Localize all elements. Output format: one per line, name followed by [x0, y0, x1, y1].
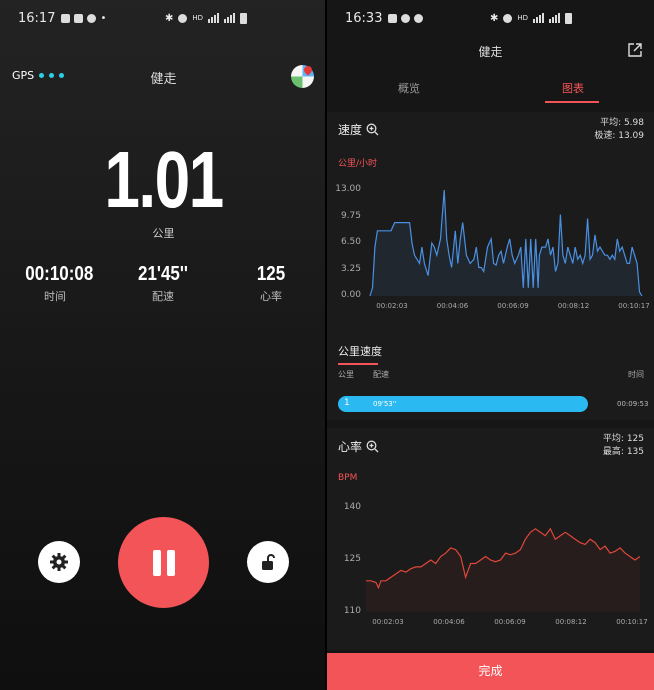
x-tick-label: 00:06:09	[494, 618, 526, 626]
hr-unit: BPM	[338, 473, 358, 483]
series-area	[366, 528, 640, 612]
km-time: 00:09:53	[617, 400, 649, 408]
pace-col-header: 配速	[373, 370, 389, 379]
signal-icon-2	[549, 13, 561, 23]
x-tick-label: 00:04:06	[433, 618, 465, 626]
done-button[interactable]: 完成	[327, 653, 654, 690]
stat-label: 配速	[152, 290, 174, 303]
gear-icon	[50, 553, 68, 571]
y-tick-label: 0.00	[340, 290, 361, 300]
distance-value: 1.01	[104, 135, 224, 224]
status-time: 16:17	[18, 10, 56, 26]
hr-title: 心率	[338, 438, 379, 455]
unlock-icon	[262, 554, 275, 570]
status-bar: 16:33 ✱ HD	[327, 0, 654, 36]
active-tab-indicator	[545, 101, 599, 103]
system-icons: ✱ HD	[165, 12, 248, 24]
speed-stats: 平均: 5.98 极速: 13.09	[594, 117, 644, 143]
hr-stats: 平均: 125 最高: 135	[603, 433, 644, 459]
stat-value: 21'45''	[138, 263, 188, 285]
speed-unit: 公里/小时	[338, 159, 378, 169]
hd-icon: HD	[192, 14, 204, 22]
stat-time: 00:10:08 时间	[20, 263, 94, 304]
signal-icon	[208, 13, 220, 23]
tab-charts[interactable]: 图表	[562, 80, 584, 96]
y-tick-label: 13.00	[335, 184, 361, 194]
status-bar: 16:17 • ✱ HD	[0, 0, 327, 36]
stat-pace: 21'45'' 配速	[128, 263, 198, 304]
message-icon	[74, 13, 84, 23]
map-icon[interactable]	[291, 65, 314, 88]
hd-icon: HD	[517, 14, 529, 22]
hr-title-text: 心率	[338, 440, 363, 454]
system-icons: ✱ HD	[490, 12, 573, 24]
speed-avg: 平均: 5.98	[600, 118, 644, 128]
x-tick-label: 00:10:17	[618, 302, 650, 310]
km-speed-underline	[338, 363, 378, 365]
zoom-icon[interactable]	[366, 123, 379, 136]
notification-icons: •	[61, 13, 106, 24]
pause-icon	[152, 549, 175, 576]
heart-rate-chart	[366, 527, 641, 612]
location-icon	[503, 13, 513, 23]
image-icon	[388, 13, 398, 23]
speed-max: 极速: 13.09	[594, 131, 644, 141]
pause-button[interactable]	[118, 517, 209, 608]
x-tick-label: 00:02:03	[376, 302, 408, 310]
stat-label: 心率	[260, 290, 282, 303]
km-speed-title: 公里速度	[338, 345, 382, 358]
x-tick-label: 00:02:03	[372, 618, 404, 626]
app-icon	[87, 13, 97, 23]
distance-unit: 公里	[152, 227, 175, 240]
y-tick-label: 6.50	[340, 237, 361, 247]
time-col-header: 时间	[628, 370, 644, 379]
hr-avg: 平均: 125	[602, 434, 644, 444]
x-tick-label: 00:08:12	[557, 302, 590, 310]
signal-icon	[533, 13, 545, 23]
speed-title-text: 速度	[338, 123, 363, 137]
bluetooth-icon: ✱	[165, 12, 174, 24]
hr-max: 最高: 135	[602, 447, 644, 457]
unlock-button[interactable]	[247, 541, 289, 583]
app-notification-icon	[61, 13, 71, 23]
share-icon[interactable]	[628, 43, 642, 57]
app-icon	[401, 13, 411, 23]
x-tick-label: 00:08:12	[555, 618, 587, 626]
page-title: 健走	[478, 45, 503, 59]
settings-button[interactable]	[38, 541, 80, 583]
more-dot-icon: •	[100, 12, 107, 24]
y-tick-label: 3.25	[340, 263, 361, 274]
y-tick-label: 125	[343, 554, 361, 564]
stat-label: 时间	[44, 290, 66, 303]
signal-icon-2	[224, 13, 236, 23]
y-tick-label: 9.75	[340, 210, 361, 221]
location-icon	[178, 13, 188, 23]
x-tick-label: 00:10:17	[616, 618, 648, 626]
x-tick-label: 00:04:06	[436, 302, 469, 310]
status-time: 16:33	[345, 10, 383, 26]
speed-title: 速度	[338, 121, 379, 138]
notification-icons	[388, 13, 424, 23]
workout-screen: 16:17 • ✱ HD GPS 健走 1.01 公里 00:10:08 时间 …	[0, 0, 327, 690]
series-area	[370, 190, 642, 296]
y-tick-label: 140	[343, 502, 361, 512]
tab-overview[interactable]: 概览	[398, 80, 420, 96]
zoom-icon[interactable]	[366, 440, 379, 453]
workout-title: 健走	[150, 72, 177, 87]
km-col-header: 公里	[338, 370, 354, 379]
bluetooth-icon: ✱	[490, 12, 499, 24]
battery-icon	[565, 12, 573, 24]
app-icon-2	[414, 13, 424, 23]
stat-value: 125	[256, 263, 286, 285]
stat-value: 00:10:08	[25, 263, 94, 285]
battery-icon	[240, 12, 248, 24]
y-tick-label: 110	[343, 606, 361, 616]
x-tick-label: 00:06:09	[497, 302, 529, 310]
km-pace: 09'53''	[373, 400, 397, 408]
stat-heart-rate: 125 心率	[246, 263, 296, 304]
speed-chart	[369, 189, 643, 297]
km-number: 1	[344, 398, 350, 408]
